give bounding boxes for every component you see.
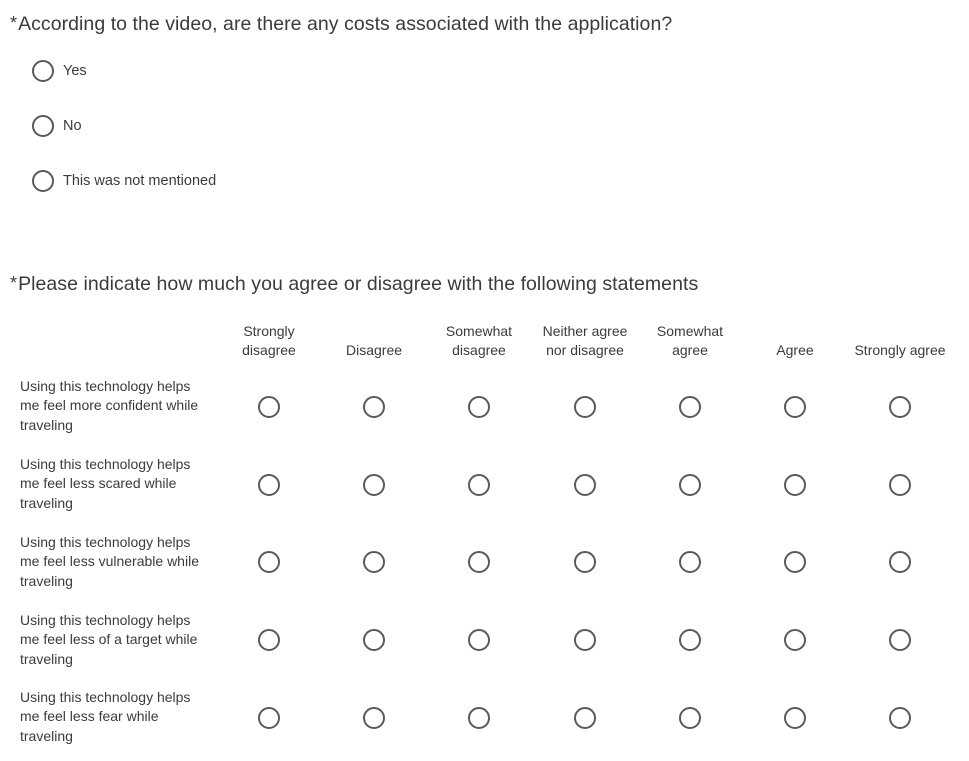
- required-marker: *: [10, 273, 18, 293]
- likert-radio-button[interactable]: [258, 396, 280, 418]
- choice-no[interactable]: No: [32, 114, 82, 138]
- likert-radio-button[interactable]: [574, 474, 596, 496]
- likert-radio-button[interactable]: [784, 396, 806, 418]
- likert-radio-button[interactable]: [574, 396, 596, 418]
- likert-radio-button[interactable]: [574, 707, 596, 729]
- radio-button[interactable]: [32, 115, 54, 137]
- likert-radio-button[interactable]: [363, 629, 385, 651]
- choice-label: Yes: [63, 63, 87, 79]
- likert-radio-button[interactable]: [784, 474, 806, 496]
- likert-radio-button[interactable]: [679, 474, 701, 496]
- question-1-text: According to the video, are there any co…: [18, 13, 673, 35]
- statement-label: Using this technology helps me feel more…: [20, 378, 199, 433]
- column-header-label: Neither agree nor disagree: [542, 323, 628, 358]
- column-header-label: Agree: [776, 342, 814, 358]
- likert-radio-button[interactable]: [574, 629, 596, 651]
- likert-radio-button[interactable]: [784, 629, 806, 651]
- required-marker: *: [10, 13, 18, 33]
- column-header: Agree: [743, 320, 847, 360]
- statement-label: Using this technology helps me feel less…: [20, 612, 198, 667]
- likert-radio-button[interactable]: [468, 551, 490, 573]
- likert-radio-button[interactable]: [784, 551, 806, 573]
- likert-radio-button[interactable]: [468, 629, 490, 651]
- column-header-label: Somewhat agree: [656, 323, 724, 358]
- statement-label: Using this technology helps me feel less…: [20, 534, 199, 589]
- likert-radio-button[interactable]: [889, 629, 911, 651]
- column-header-label: Strongly agree: [854, 342, 946, 358]
- column-header: Somewhat agree: [638, 320, 742, 360]
- column-header-label: Strongly disagree: [242, 323, 296, 358]
- likert-radio-button[interactable]: [258, 551, 280, 573]
- column-header-label: Somewhat disagree: [445, 323, 513, 358]
- radio-button[interactable]: [32, 170, 54, 192]
- choice-label: No: [63, 118, 82, 134]
- column-header: Strongly disagree: [217, 320, 321, 360]
- likert-radio-button[interactable]: [889, 474, 911, 496]
- column-header: Disagree: [322, 320, 426, 360]
- choice-yes[interactable]: Yes: [32, 59, 87, 83]
- question-1-title: *According to the video, are there any c…: [10, 13, 672, 36]
- likert-radio-button[interactable]: [363, 707, 385, 729]
- likert-radio-button[interactable]: [679, 707, 701, 729]
- choice-not-mentioned[interactable]: This was not mentioned: [32, 169, 216, 193]
- likert-radio-button[interactable]: [889, 551, 911, 573]
- column-header: Neither agree nor disagree: [533, 320, 637, 360]
- likert-radio-button[interactable]: [468, 707, 490, 729]
- likert-radio-button[interactable]: [258, 474, 280, 496]
- column-header-label: Disagree: [345, 342, 403, 358]
- question-2-text: Please indicate how much you agree or di…: [18, 273, 699, 295]
- likert-radio-button[interactable]: [363, 396, 385, 418]
- statement-label: Using this technology helps me feel less…: [20, 456, 191, 511]
- likert-radio-button[interactable]: [889, 707, 911, 729]
- likert-radio-button[interactable]: [258, 629, 280, 651]
- question-2-title: *Please indicate how much you agree or d…: [10, 273, 698, 296]
- likert-radio-button[interactable]: [784, 707, 806, 729]
- likert-radio-button[interactable]: [679, 629, 701, 651]
- column-header: Strongly agree: [848, 320, 952, 360]
- likert-radio-button[interactable]: [889, 396, 911, 418]
- choice-label: This was not mentioned: [63, 173, 217, 189]
- likert-radio-button[interactable]: [468, 396, 490, 418]
- column-header: Somewhat disagree: [427, 320, 531, 360]
- likert-radio-button[interactable]: [363, 551, 385, 573]
- likert-radio-button[interactable]: [574, 551, 596, 573]
- radio-button[interactable]: [32, 60, 54, 82]
- likert-radio-button[interactable]: [363, 474, 385, 496]
- statement-label: Using this technology helps me feel less…: [20, 689, 191, 744]
- likert-radio-button[interactable]: [679, 396, 701, 418]
- likert-radio-button[interactable]: [679, 551, 701, 573]
- likert-radio-button[interactable]: [468, 474, 490, 496]
- likert-radio-button[interactable]: [258, 707, 280, 729]
